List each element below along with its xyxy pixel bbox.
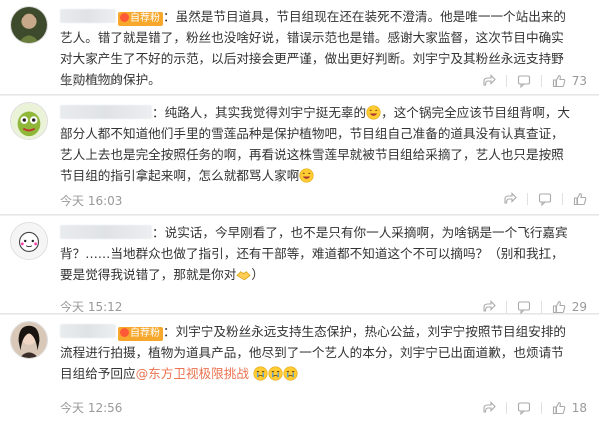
action-bar: 29 xyxy=(482,298,587,316)
like-icon xyxy=(552,300,566,314)
avatar[interactable] xyxy=(10,102,48,140)
username[interactable] xyxy=(60,9,116,23)
share-button[interactable] xyxy=(482,300,496,314)
comment-card: 自荐粉 ：刘宇宁及粉丝永远支持生态保护，热心公益，刘宇宁按照节目组安排的流程进行拍… xyxy=(0,315,599,427)
share-button[interactable] xyxy=(482,401,496,415)
avatar[interactable] xyxy=(10,321,48,359)
like-button[interactable]: 29 xyxy=(552,298,587,316)
comment-meta: 今天 16:03 xyxy=(60,192,587,210)
comment-button[interactable] xyxy=(517,300,531,314)
comment-card: 自荐粉 ：虽然是节目道具，节目组现在还在装死不澄清。他是唯一一个站出来的艺人。错了… xyxy=(0,0,599,95)
action-bar xyxy=(503,192,587,206)
comment-button[interactable] xyxy=(538,192,552,206)
share-icon xyxy=(483,300,496,312)
mention-link[interactable]: @东方卫视极限挑战 xyxy=(136,366,249,381)
comment-button[interactable] xyxy=(517,401,531,415)
comment-icon xyxy=(517,75,530,88)
like-button[interactable] xyxy=(573,192,587,206)
laughing-emoji-icon xyxy=(299,168,314,183)
comment-icon xyxy=(538,193,552,206)
comment-meta: 今天 15:12 29 xyxy=(60,298,587,316)
like-icon xyxy=(552,401,566,415)
comment-text: ） xyxy=(251,267,264,282)
like-count: 29 xyxy=(571,300,587,314)
timestamp: 今天 13:04 xyxy=(60,74,123,88)
share-icon xyxy=(483,74,496,86)
like-count: 18 xyxy=(571,401,587,415)
comment-content: 自荐粉 ：刘宇宁及粉丝永远支持生态保护，热心公益，刘宇宁按照节目组安排的流程进行拍… xyxy=(60,321,575,384)
comment-card: ：纯路人，其实我觉得刘宇宁挺无辜的 ，这个锅完全应该节目组背啊，大部分人都不知道他… xyxy=(0,96,599,215)
comment-text: ：纯路人，其实我觉得刘宇宁挺无辜的 xyxy=(152,105,367,120)
like-icon xyxy=(552,74,566,88)
crying-emoji-icon xyxy=(283,366,298,381)
comment-icon xyxy=(517,402,530,415)
avatar[interactable] xyxy=(10,222,48,260)
timestamp: 今天 16:03 xyxy=(60,194,123,208)
share-icon xyxy=(483,401,496,413)
like-icon xyxy=(573,192,587,206)
like-button[interactable]: 73 xyxy=(552,72,587,90)
comment-meta: 今天 12:56 18 xyxy=(60,399,587,417)
avatar[interactable] xyxy=(10,6,48,44)
fan-badge: 自荐粉 xyxy=(118,12,163,26)
share-button[interactable] xyxy=(482,74,496,88)
timestamp: 今天 12:56 xyxy=(60,401,123,415)
crying-emoji-icon xyxy=(253,366,268,381)
comment-meta: 今天 13:04 73 xyxy=(60,72,587,90)
share-icon xyxy=(504,192,517,204)
username[interactable] xyxy=(60,225,152,239)
action-bar: 73 xyxy=(482,72,587,90)
username[interactable] xyxy=(60,324,116,338)
comment-button[interactable] xyxy=(517,74,531,88)
handshake-emoji-icon xyxy=(236,271,251,280)
like-count: 73 xyxy=(571,74,587,88)
fan-badge: 自荐粉 xyxy=(118,327,163,341)
comment-card: ：说实话，今早刚看了，也不是只有你一人采摘啊，为啥锅是一个飞行嘉宾背？……当地群… xyxy=(0,216,599,314)
share-button[interactable] xyxy=(503,192,517,206)
laughing-emoji-icon xyxy=(366,105,381,120)
comment-icon xyxy=(517,301,530,314)
like-button[interactable]: 18 xyxy=(552,399,587,417)
action-bar: 18 xyxy=(482,399,587,417)
comment-content: ：说实话，今早刚看了，也不是只有你一人采摘啊，为啥锅是一个飞行嘉宾背？……当地群… xyxy=(60,222,575,285)
timestamp: 今天 15:12 xyxy=(60,300,123,314)
username[interactable] xyxy=(60,105,152,119)
crying-emoji-icon xyxy=(268,366,283,381)
comment-content: ：纯路人，其实我觉得刘宇宁挺无辜的 ，这个锅完全应该节目组背啊，大部分人都不知道他… xyxy=(60,102,575,186)
